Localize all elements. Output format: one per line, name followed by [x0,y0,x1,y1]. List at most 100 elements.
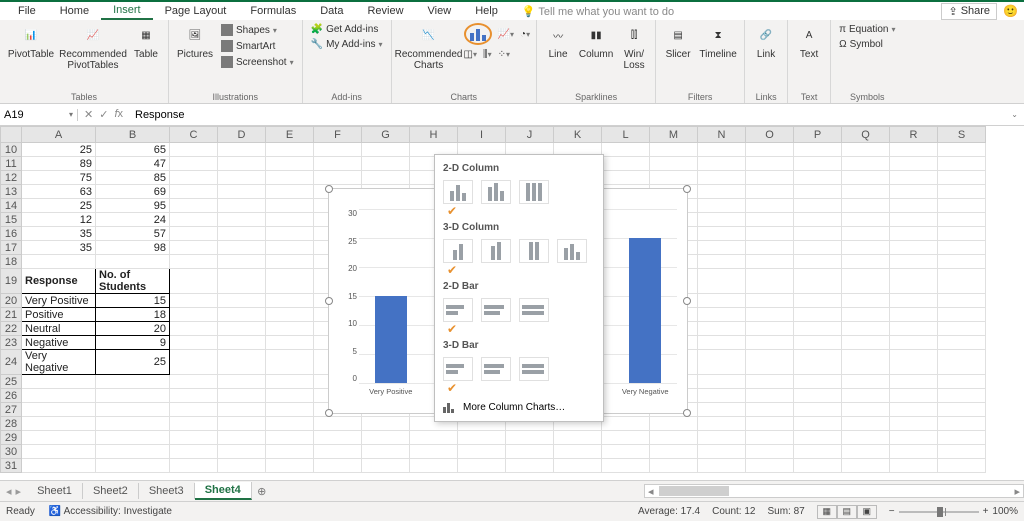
resize-handle[interactable] [683,297,691,305]
timeline-button[interactable]: ⧗Timeline [698,23,738,60]
add-sheet-button[interactable]: ⊕ [252,485,272,498]
shapes-icon [221,24,233,36]
tab-nav-first-icon[interactable]: ◂ [6,485,12,498]
pictures-icon: 🖼 [183,23,207,47]
zoom-slider[interactable] [899,511,979,513]
symbol-icon: Ω [839,39,846,50]
tab-help[interactable]: Help [463,3,510,19]
tell-me-search[interactable]: 💡 Tell me what you want to do [510,3,686,20]
resize-handle[interactable] [325,409,333,417]
chart-option-100-stacked-bar[interactable] [519,298,549,322]
slicer-button[interactable]: ▤Slicer [662,23,694,60]
chart-option-3d-clustered[interactable] [443,239,473,263]
spark-column-button[interactable]: ▮▮Column [577,23,615,60]
page-break-view-button[interactable]: ▣ [857,505,877,519]
check-icon: ✔ [447,263,597,277]
group-tables: 📊 PivotTable 📈 Recommended PivotTables ▦… [0,20,169,103]
scatter-chart-dropdown[interactable]: ⁘▾ [498,49,510,60]
normal-view-button[interactable]: ▦ [817,505,837,519]
page-layout-view-button[interactable]: ▤ [837,505,857,519]
accessibility-label: Accessibility: Investigate [64,506,172,517]
tab-view[interactable]: View [416,3,464,19]
spark-line-button[interactable]: 〰Line [543,23,573,60]
chart-option-3d-stacked[interactable] [481,239,511,263]
shapes-button[interactable]: Shapes▾ [219,23,296,37]
rec-charts-button[interactable]: 📉 Recommended Charts [398,23,460,71]
accessibility-status[interactable]: ♿ Accessibility: Investigate [49,506,172,517]
more-column-charts[interactable]: More Column Charts… [441,395,597,415]
zoom-out-button[interactable]: − [889,506,895,517]
tab-home[interactable]: Home [48,3,101,19]
hierarchy-chart-dropdown[interactable]: ◫▾ [464,49,477,60]
formula-bar[interactable]: Response [131,109,1003,121]
group-illustrations: 🖼 Pictures Shapes▾ SmartArt Screenshot▾ … [169,20,303,103]
pictures-button[interactable]: 🖼 Pictures [175,23,215,60]
zoom-percent[interactable]: 100% [992,506,1018,517]
resize-handle[interactable] [325,297,333,305]
tab-page-layout[interactable]: Page Layout [153,3,239,19]
scrollbar-thumb[interactable] [659,486,729,496]
statistic-chart-dropdown[interactable]: ⫼▾ [483,49,492,60]
my-addins-button[interactable]: 🔧My Add-ins▾ [309,38,385,51]
resize-handle[interactable] [683,185,691,193]
group-symbols-label: Symbols [837,91,897,102]
smartart-button[interactable]: SmartArt [219,39,296,53]
chart-option-stacked-bar[interactable] [481,298,511,322]
resize-handle[interactable] [325,185,333,193]
chart-option-stacked-column[interactable] [481,180,511,204]
chart-option-100-stacked-column[interactable] [519,180,549,204]
enter-formula-icon[interactable]: ✓ [99,108,108,121]
symbol-button[interactable]: ΩSymbol [837,38,897,51]
equation-button[interactable]: πEquation▾ [837,23,897,36]
rec-charts-label: Recommended Charts [395,49,463,71]
chart-option-clustered-column[interactable] [443,180,473,204]
share-button[interactable]: ⇪ Share [941,3,997,20]
expand-formula-bar-icon[interactable]: ⌄ [1011,110,1018,119]
tab-file[interactable]: File [6,3,48,19]
chart-option-clustered-bar[interactable] [443,298,473,322]
status-ready: Ready [6,506,35,517]
horizontal-scrollbar[interactable]: ◂ ▸ [644,484,1024,498]
share-label: Share [961,5,990,17]
sheet-tab[interactable]: Sheet3 [139,483,195,499]
name-box[interactable]: A19 ▾ [0,109,78,121]
fx-icon[interactable]: fx [114,108,123,121]
scroll-left-icon[interactable]: ◂ [645,485,657,498]
zoom-slider-thumb[interactable] [937,507,943,517]
group-symbols: πEquation▾ ΩSymbol Symbols [831,20,903,103]
screenshot-button[interactable]: Screenshot▾ [219,55,296,69]
zoom-in-button[interactable]: + [983,506,989,517]
pivottable-button[interactable]: 📊 PivotTable [6,23,56,60]
shapes-label: Shapes [236,25,270,36]
account-emoji-icon[interactable]: 🙂 [1003,4,1018,18]
table-icon: ▦ [134,23,158,47]
chart-option-3d-column[interactable] [557,239,587,263]
group-illustrations-label: Illustrations [175,91,296,102]
column-chart-dropdown[interactable] [464,23,492,45]
tab-nav-last-icon[interactable]: ▸ [16,485,22,498]
worksheet-grid[interactable]: ABCDEFGHIJKLMNOPQRS102565118947127585136… [0,126,1024,480]
pie-chart-dropdown[interactable]: ◔▾ [520,29,530,40]
tab-review[interactable]: Review [355,3,415,19]
chart-option-3d-stacked-bar[interactable] [481,357,511,381]
sheet-tab[interactable]: Sheet2 [83,483,139,499]
scroll-right-icon[interactable]: ▸ [1011,485,1023,498]
table-button[interactable]: ▦ Table [130,23,162,60]
tab-data[interactable]: Data [308,3,355,19]
link-button[interactable]: 🔗Link [751,23,781,60]
cancel-formula-icon[interactable]: ✕ [84,108,93,121]
tab-formulas[interactable]: Formulas [238,3,308,19]
tab-insert[interactable]: Insert [101,2,153,20]
rec-pivot-button[interactable]: 📈 Recommended PivotTables [60,23,126,71]
chart-option-3d-100-stacked[interactable] [519,239,549,263]
resize-handle[interactable] [683,409,691,417]
spark-winloss-button[interactable]: ⫿⫿Win/ Loss [619,23,649,71]
get-addins-button[interactable]: 🧩Get Add-ins [309,23,385,36]
sheet-tab[interactable]: Sheet1 [27,483,83,499]
text-button[interactable]: AText [794,23,824,60]
line-chart-dropdown[interactable]: 📈▾ [498,29,514,40]
sheet-tab[interactable]: Sheet4 [195,482,252,500]
check-icon: ✔ [447,322,597,336]
chart-option-3d-clustered-bar[interactable] [443,357,473,381]
chart-option-3d-100-stacked-bar[interactable] [519,357,549,381]
